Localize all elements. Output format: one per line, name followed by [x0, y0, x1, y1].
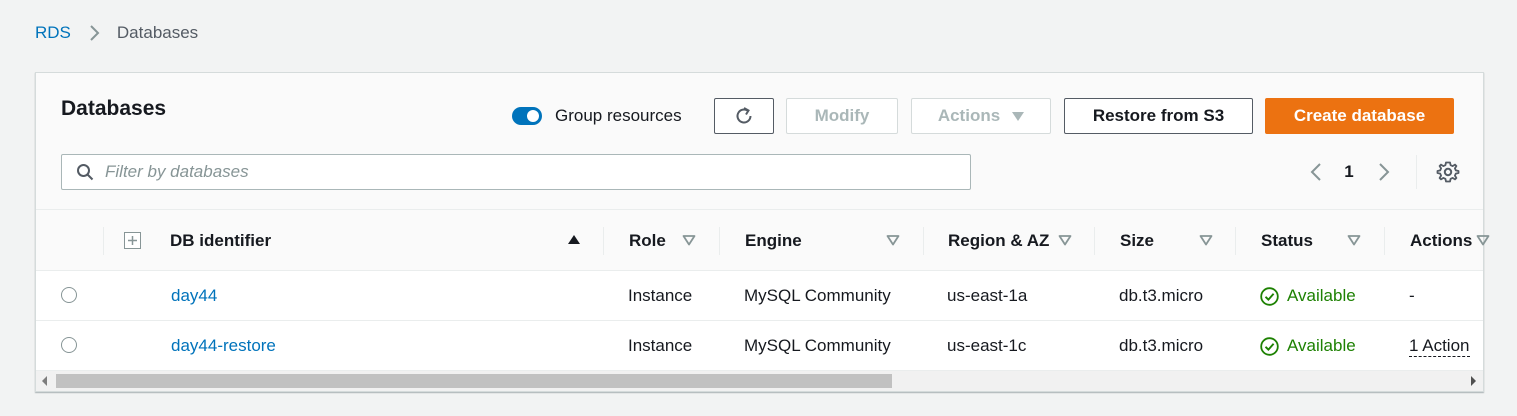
modify-button[interactable]: Modify	[786, 98, 898, 134]
engine-cell: MySQL Community	[744, 286, 891, 305]
check-circle-icon	[1260, 286, 1279, 306]
status-text: Available	[1287, 336, 1356, 355]
column-header-status[interactable]: Status	[1261, 210, 1313, 271]
status-cell: Available	[1260, 321, 1356, 371]
filter-input[interactable]	[105, 162, 945, 182]
column-header-engine[interactable]: Engine	[745, 210, 802, 271]
breadcrumb: RDS Databases	[35, 22, 198, 44]
divider	[1416, 155, 1417, 189]
gear-icon[interactable]	[1436, 160, 1460, 184]
actions-cell: 1 Action	[1409, 321, 1470, 371]
engine-cell: MySQL Community	[744, 336, 891, 355]
sort-icon[interactable]	[1058, 233, 1072, 247]
toggle-switch[interactable]	[512, 107, 542, 125]
db-identifier-link[interactable]: day44-restore	[171, 321, 276, 371]
table-row[interactable]: day44-restore Instance MySQL Community u…	[36, 321, 1483, 371]
sort-icon[interactable]	[1347, 233, 1361, 247]
sort-icon[interactable]	[1199, 233, 1213, 247]
column-header-region-az[interactable]: Region & AZ	[948, 210, 1049, 271]
next-page-button[interactable]	[1372, 160, 1396, 184]
pending-action-link[interactable]: 1 Action	[1409, 336, 1470, 357]
table-row[interactable]: day44 Instance MySQL Community us-east-1…	[36, 271, 1483, 321]
refresh-icon	[736, 107, 752, 124]
actions-cell: -	[1409, 286, 1415, 305]
row-select-radio[interactable]	[61, 337, 77, 353]
scroll-right-arrow[interactable]	[1471, 376, 1476, 386]
group-resources-toggle[interactable]: Group resources	[512, 105, 682, 127]
chevron-right-icon	[90, 25, 100, 41]
column-divider	[603, 227, 604, 255]
pagination: 1	[1304, 158, 1396, 186]
table-header: DB identifier Role Engine Region & AZ Si…	[36, 210, 1490, 271]
size-cell: db.t3.micro	[1119, 286, 1204, 305]
column-divider	[103, 227, 104, 255]
refresh-button[interactable]	[714, 98, 774, 134]
column-header-db-identifier[interactable]: DB identifier	[170, 210, 271, 271]
actions-button-label: Actions	[937, 106, 1001, 125]
panel-header: Databases Group resources Modify Actions…	[36, 73, 1483, 210]
databases-panel: Databases Group resources Modify Actions…	[35, 72, 1490, 392]
column-divider	[1094, 227, 1095, 255]
column-divider	[1235, 227, 1236, 255]
column-divider	[923, 227, 924, 255]
caret-down-icon	[1012, 111, 1025, 121]
create-database-button[interactable]: Create database	[1265, 98, 1454, 134]
previous-page-button[interactable]	[1304, 160, 1328, 184]
sort-icon[interactable]	[886, 233, 900, 247]
region-cell: us-east-1c	[947, 336, 1027, 355]
chevron-right-icon	[1379, 163, 1390, 181]
column-header-size[interactable]: Size	[1120, 210, 1154, 271]
breadcrumb-current: Databases	[116, 23, 199, 42]
restore-from-s3-button[interactable]: Restore from S3	[1064, 98, 1253, 134]
check-circle-icon	[1260, 336, 1279, 356]
search-icon	[77, 164, 94, 181]
status-cell: Available	[1260, 271, 1356, 321]
size-cell: db.t3.micro	[1119, 336, 1204, 355]
column-divider	[719, 227, 720, 255]
column-header-role[interactable]: Role	[629, 210, 666, 271]
column-divider	[1384, 227, 1385, 255]
role-cell: Instance	[628, 336, 693, 355]
scroll-left-arrow[interactable]	[42, 376, 47, 386]
column-header-actions[interactable]: Actions	[1410, 210, 1472, 271]
role-cell: Instance	[628, 286, 693, 305]
page-title: Databases	[61, 97, 167, 120]
breadcrumb-rds-link[interactable]: RDS	[35, 23, 71, 43]
chevron-left-icon	[1310, 163, 1321, 181]
region-cell: us-east-1a	[947, 286, 1028, 305]
expand-all-icon[interactable]	[124, 232, 141, 249]
filter-search-box[interactable]	[61, 154, 971, 190]
actions-dropdown-button[interactable]: Actions	[911, 98, 1051, 134]
group-resources-label: Group resources	[555, 106, 682, 125]
row-select-radio[interactable]	[61, 287, 77, 303]
sort-ascending-icon[interactable]	[567, 233, 581, 247]
scroll-thumb[interactable]	[56, 374, 892, 388]
sort-icon[interactable]	[1476, 233, 1490, 247]
sort-icon[interactable]	[682, 233, 696, 247]
status-text: Available	[1287, 286, 1356, 305]
horizontal-scrollbar[interactable]	[36, 371, 1483, 391]
db-identifier-link[interactable]: day44	[171, 271, 217, 321]
current-page-number[interactable]: 1	[1344, 162, 1354, 182]
